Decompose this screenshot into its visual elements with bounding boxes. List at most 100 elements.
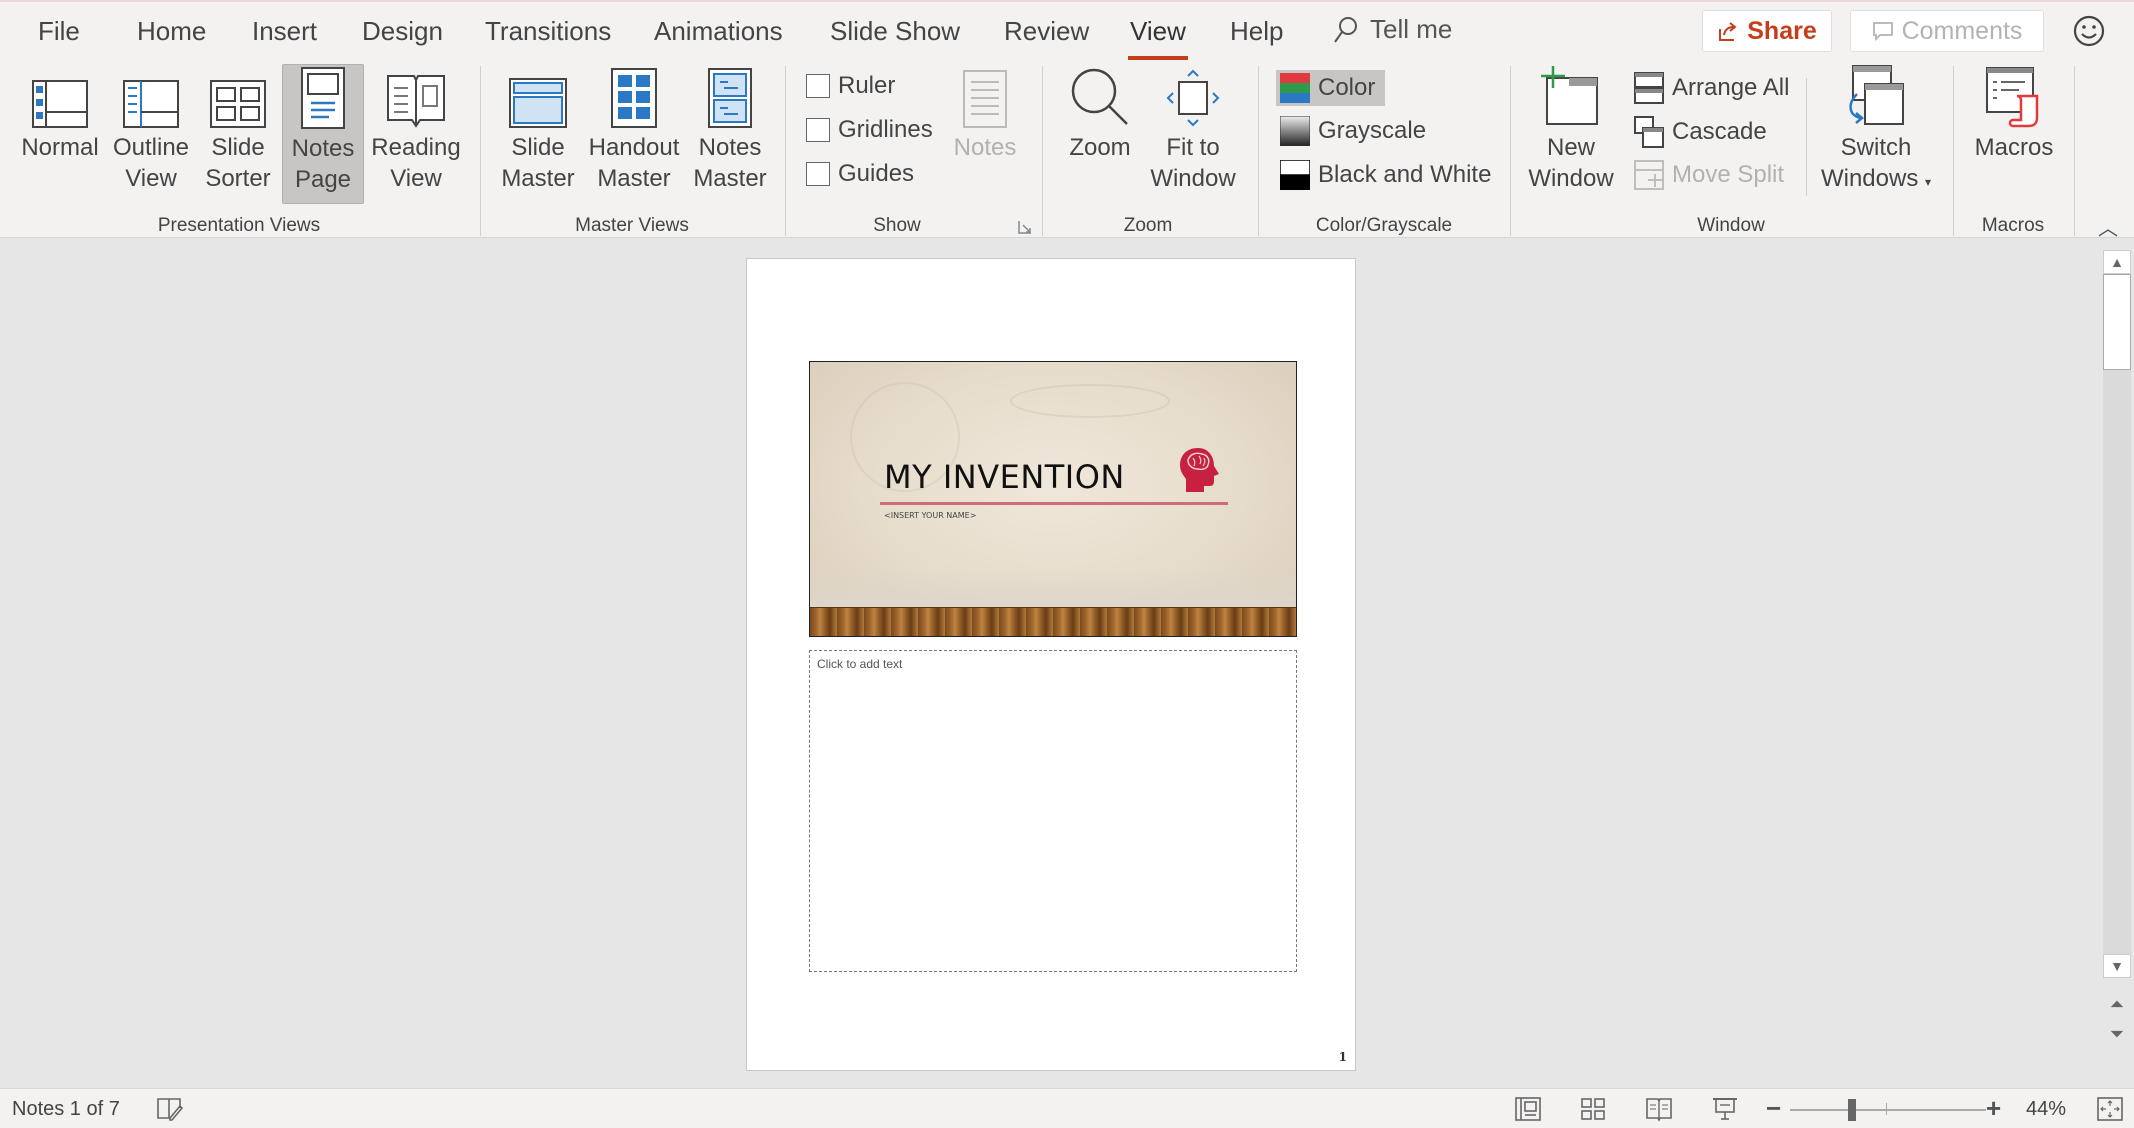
tab-view[interactable]: View <box>1128 16 1188 61</box>
zoom-button[interactable]: Zoom <box>1062 64 1138 163</box>
tab-design[interactable]: Design <box>362 16 443 47</box>
reading-view-label-2: View <box>390 165 442 192</box>
color-swatch-icon <box>1280 73 1310 103</box>
slide-show-status-icon[interactable] <box>1711 1096 1739 1122</box>
slide-sorter-status-icon[interactable] <box>1579 1096 1607 1122</box>
wall-shade <box>810 567 1296 607</box>
scroll-up-button[interactable]: ▲ <box>2103 250 2131 274</box>
notes-master-button[interactable]: Notes Master <box>688 64 772 194</box>
zoom-out-button[interactable]: − <box>1766 1093 1781 1124</box>
tab-slide-show[interactable]: Slide Show <box>830 16 960 47</box>
group-label-macros: Macros <box>1981 215 2045 236</box>
cascade-label: Cascade <box>1672 118 1767 145</box>
tab-help[interactable]: Help <box>1230 16 1283 47</box>
checkbox-box[interactable] <box>806 118 830 142</box>
macros-icon <box>1986 67 2039 128</box>
cascade-button[interactable]: Cascade <box>1634 116 1767 148</box>
grayscale-mode-button[interactable]: Grayscale <box>1280 116 1426 146</box>
notes-page-button[interactable]: Notes Page <box>282 64 364 204</box>
zoom-slider-track[interactable] <box>1790 1109 1986 1111</box>
scroll-down-button[interactable]: ▼ <box>2103 954 2131 978</box>
group-divider <box>785 66 786 236</box>
handout-master-label-1: Handout <box>588 134 680 161</box>
checkbox-box[interactable] <box>806 162 830 186</box>
switch-windows-label-1: Switch <box>1840 134 1912 161</box>
ruler-checkbox[interactable]: Ruler <box>806 72 895 100</box>
outline-view-button[interactable]: Outline View <box>108 64 194 194</box>
zoom-percentage[interactable]: 44% <box>2026 1098 2066 1121</box>
handout-master-label-2: Master <box>597 165 671 192</box>
gridlines-checkbox[interactable]: Gridlines <box>806 116 933 144</box>
share-icon <box>1719 22 1737 41</box>
slide-thumbnail[interactable]: MY INVENTION <INSERT YOUR NAME> <box>809 361 1297 637</box>
color-mode-button[interactable]: Color <box>1276 70 1386 106</box>
vertical-scrollbar[interactable]: ▲ ▼ ⏶ ⏷ <box>2100 238 2134 1088</box>
normal-view-button[interactable]: Normal <box>18 64 102 163</box>
tab-review[interactable]: Review <box>1004 16 1089 47</box>
grayscale-mode-label: Grayscale <box>1318 117 1427 144</box>
ribbon-tab-bar: File Home Insert Design Transitions Anim… <box>0 0 2134 61</box>
switch-windows-label-2: Windows ▾ <box>1821 163 1931 198</box>
notes-toggle-label: Notes <box>953 134 1017 161</box>
new-window-button[interactable]: New Window <box>1526 64 1616 194</box>
dialog-launcher-icon[interactable] <box>1018 220 1032 234</box>
reading-view-button[interactable]: Reading View <box>370 64 462 194</box>
black-and-white-mode-button[interactable]: Black and White <box>1280 160 1491 190</box>
ruler-label: Ruler <box>838 72 896 99</box>
arrange-all-button[interactable]: Arrange All <box>1634 72 1789 104</box>
search-icon <box>1334 16 1357 43</box>
zoom-slider-thumb[interactable] <box>1847 1099 1856 1121</box>
group-divider <box>1042 66 1043 236</box>
tab-animations[interactable]: Animations <box>654 16 783 47</box>
group-divider <box>480 66 481 236</box>
tab-home[interactable]: Home <box>137 16 206 47</box>
new-window-icon <box>1541 66 1598 125</box>
switch-windows-button[interactable]: Switch Windows ▾ <box>1816 64 1936 198</box>
tab-file[interactable]: File <box>38 16 80 47</box>
macros-label: Macros <box>1974 134 2054 161</box>
smiley-icon[interactable] <box>2072 14 2106 48</box>
magnifier-icon <box>1071 68 1128 125</box>
slide-master-button[interactable]: Slide Master <box>496 64 580 194</box>
next-page-button[interactable]: ⏷ <box>2103 1025 2131 1043</box>
notes-toggle-button[interactable]: Notes <box>946 64 1024 163</box>
checkbox-box[interactable] <box>806 74 830 98</box>
macros-button[interactable]: Macros <box>1968 64 2060 163</box>
normal-view-status-icon[interactable] <box>1514 1096 1542 1122</box>
slide-sorter-button[interactable]: Slide Sorter <box>200 64 276 194</box>
scrollbar-thumb[interactable] <box>2103 274 2131 370</box>
fit-to-window-button[interactable]: Fit to Window <box>1146 64 1240 194</box>
notes-edit-icon[interactable] <box>156 1096 184 1122</box>
previous-page-button[interactable]: ⏶ <box>2103 994 2131 1014</box>
comments-button[interactable]: Comments <box>1850 10 2044 52</box>
zoom-in-button[interactable]: + <box>1986 1093 2001 1124</box>
notes-page: MY INVENTION <INSERT YOUR NAME> Click to… <box>746 258 1356 1071</box>
guides-checkbox[interactable]: Guides <box>806 160 914 188</box>
handout-master-button[interactable]: Handout Master <box>584 64 684 194</box>
tab-insert[interactable]: Insert <box>252 16 317 47</box>
collapse-ribbon-icon[interactable]: ︿ <box>2098 212 2118 241</box>
fit-slide-to-window-icon[interactable] <box>2096 1096 2124 1122</box>
page-number: 1 <box>1338 1050 1347 1064</box>
switch-windows-icon <box>1849 65 1904 125</box>
notes-text-placeholder[interactable]: Click to add text <box>809 650 1297 972</box>
notes-page-workspace: MY INVENTION <INSERT YOUR NAME> Click to… <box>0 238 2100 1088</box>
outline-view-icon <box>123 80 179 128</box>
tell-me-label: Tell me <box>1370 14 1453 44</box>
notes-page-label-1: Notes <box>291 135 355 162</box>
wood-floor-graphic <box>810 607 1296 636</box>
double-chevron-up-icon: ⏶ <box>2109 994 2125 1014</box>
tab-transitions[interactable]: Transitions <box>485 16 611 47</box>
reading-view-status-icon[interactable] <box>1645 1096 1673 1122</box>
notes-master-label-1: Notes <box>698 134 762 161</box>
gridlines-label: Gridlines <box>838 116 933 143</box>
move-split-button[interactable]: Move Split <box>1634 160 1784 190</box>
tell-me-search[interactable]: Tell me <box>1332 14 1452 45</box>
share-button[interactable]: Share <box>1702 10 1832 52</box>
outline-view-label-1: Outline <box>112 134 190 161</box>
group-label-presentation-views: Presentation Views <box>157 215 321 236</box>
fit-to-window-icon <box>1166 69 1220 127</box>
share-label: Share <box>1747 16 1817 45</box>
status-bar: Notes 1 of 7 − + 44% <box>0 1088 2134 1128</box>
notes-page-label-2: Page <box>294 166 352 193</box>
